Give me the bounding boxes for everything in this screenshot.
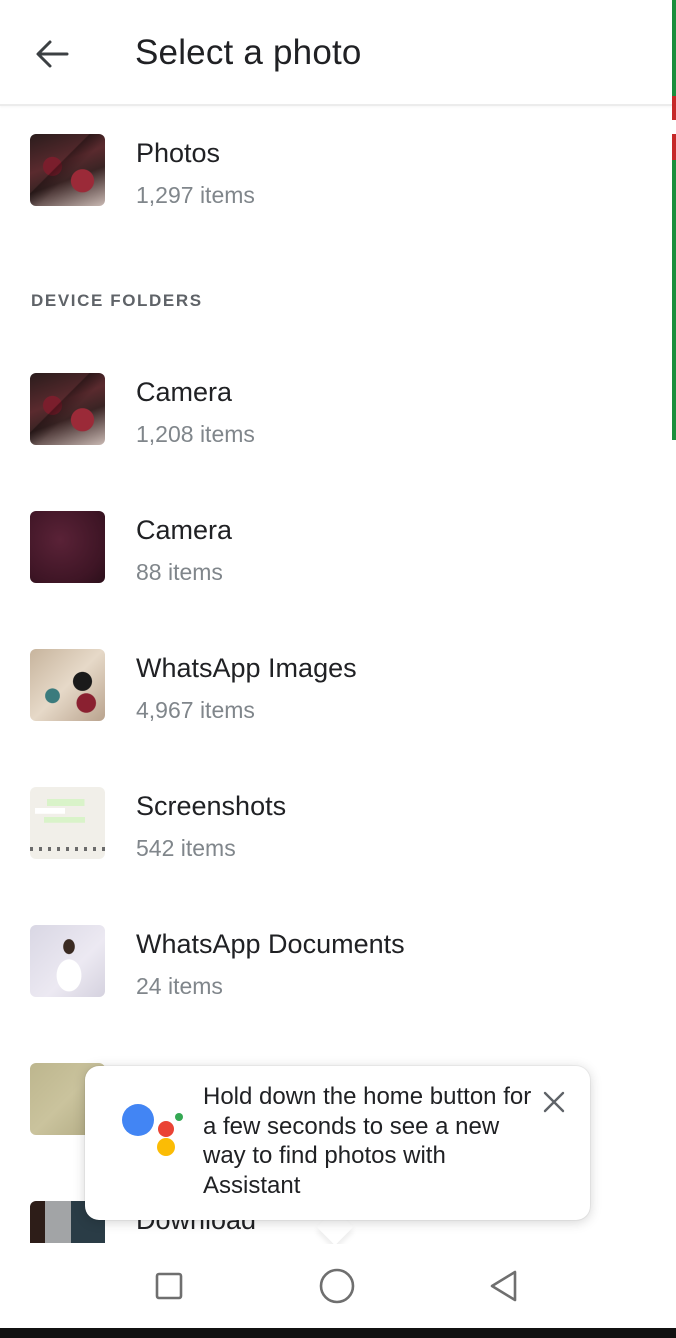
tooltip-message: Hold down the home button for a few seco… bbox=[203, 1083, 532, 1199]
screen: Select a photo Photos 1,297 items DEVICE… bbox=[0, 0, 676, 1338]
edge-strip bbox=[672, 0, 676, 1338]
list-item-photos[interactable]: Photos 1,297 items bbox=[0, 134, 672, 272]
square-icon bbox=[155, 1272, 183, 1300]
close-icon bbox=[543, 1091, 565, 1113]
back-button[interactable] bbox=[24, 26, 80, 82]
list-item-count: 4,967 items bbox=[136, 697, 255, 723]
recents-button[interactable] bbox=[129, 1244, 209, 1328]
list-item-title: Photos bbox=[136, 138, 221, 168]
triangle-back-icon bbox=[490, 1270, 517, 1302]
list-item-folder[interactable]: Camera 88 items bbox=[0, 511, 672, 649]
home-button[interactable] bbox=[297, 1244, 377, 1328]
camera-thumbnail bbox=[30, 511, 105, 583]
screenshots-thumbnail bbox=[30, 787, 105, 859]
arrow-left-icon bbox=[36, 40, 69, 68]
app-bar: Select a photo bbox=[0, 0, 672, 106]
list-item-folder[interactable]: WhatsApp Images 4,967 items bbox=[0, 649, 672, 787]
list-item-title: Camera bbox=[136, 515, 233, 545]
section-header-device-folders: DEVICE FOLDERS bbox=[31, 291, 203, 310]
circle-icon bbox=[319, 1268, 355, 1304]
list-item-title: WhatsApp Documents bbox=[136, 929, 405, 959]
list-item-count: 1,297 items bbox=[136, 182, 255, 208]
list-item-title: Screenshots bbox=[136, 791, 287, 821]
list-item-title: Camera bbox=[136, 377, 233, 407]
whatsapp-images-thumbnail bbox=[30, 649, 105, 721]
google-assistant-icon bbox=[122, 1104, 183, 1156]
list-item-folder[interactable]: WhatsApp Documents 24 items bbox=[0, 925, 672, 1063]
page-title: Select a photo bbox=[135, 33, 362, 72]
list-item-title: WhatsApp Images bbox=[136, 653, 357, 683]
list-item-count: 1,208 items bbox=[136, 421, 255, 447]
photos-thumbnail bbox=[30, 134, 105, 206]
whatsapp-documents-thumbnail bbox=[30, 925, 105, 997]
navigation-bar bbox=[0, 1244, 676, 1328]
list-item-count: 88 items bbox=[136, 559, 223, 585]
back-nav-button[interactable] bbox=[464, 1244, 544, 1328]
tooltip-close-button[interactable] bbox=[538, 1086, 570, 1118]
list-item-count: 542 items bbox=[136, 835, 236, 861]
camera-thumbnail bbox=[30, 373, 105, 445]
list-item-folder[interactable]: Camera 1,208 items bbox=[0, 373, 672, 511]
list-item-folder[interactable]: Screenshots 542 items bbox=[0, 787, 672, 925]
list-item-count: 24 items bbox=[136, 973, 223, 999]
bottom-edge bbox=[0, 1328, 676, 1338]
